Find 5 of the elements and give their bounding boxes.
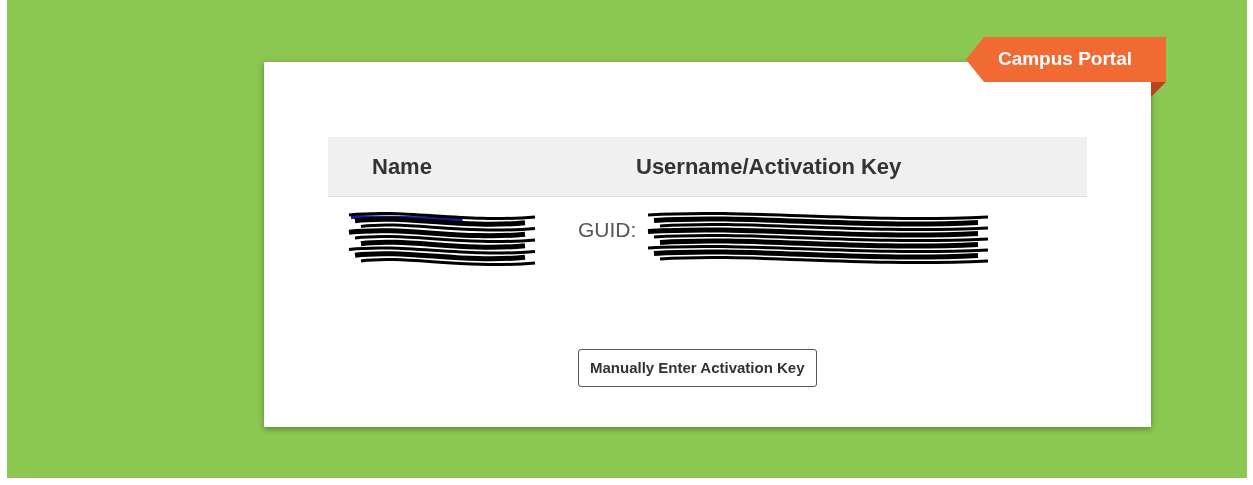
key-label: GUID: bbox=[578, 217, 637, 243]
column-header: Username/Activation Key bbox=[635, 153, 903, 181]
ribbon-tag: Campus Portal bbox=[965, 37, 1166, 82]
manual-key-button[interactable]: Manually Enter Activation Key bbox=[578, 349, 817, 387]
column-header: Name bbox=[371, 153, 433, 181]
